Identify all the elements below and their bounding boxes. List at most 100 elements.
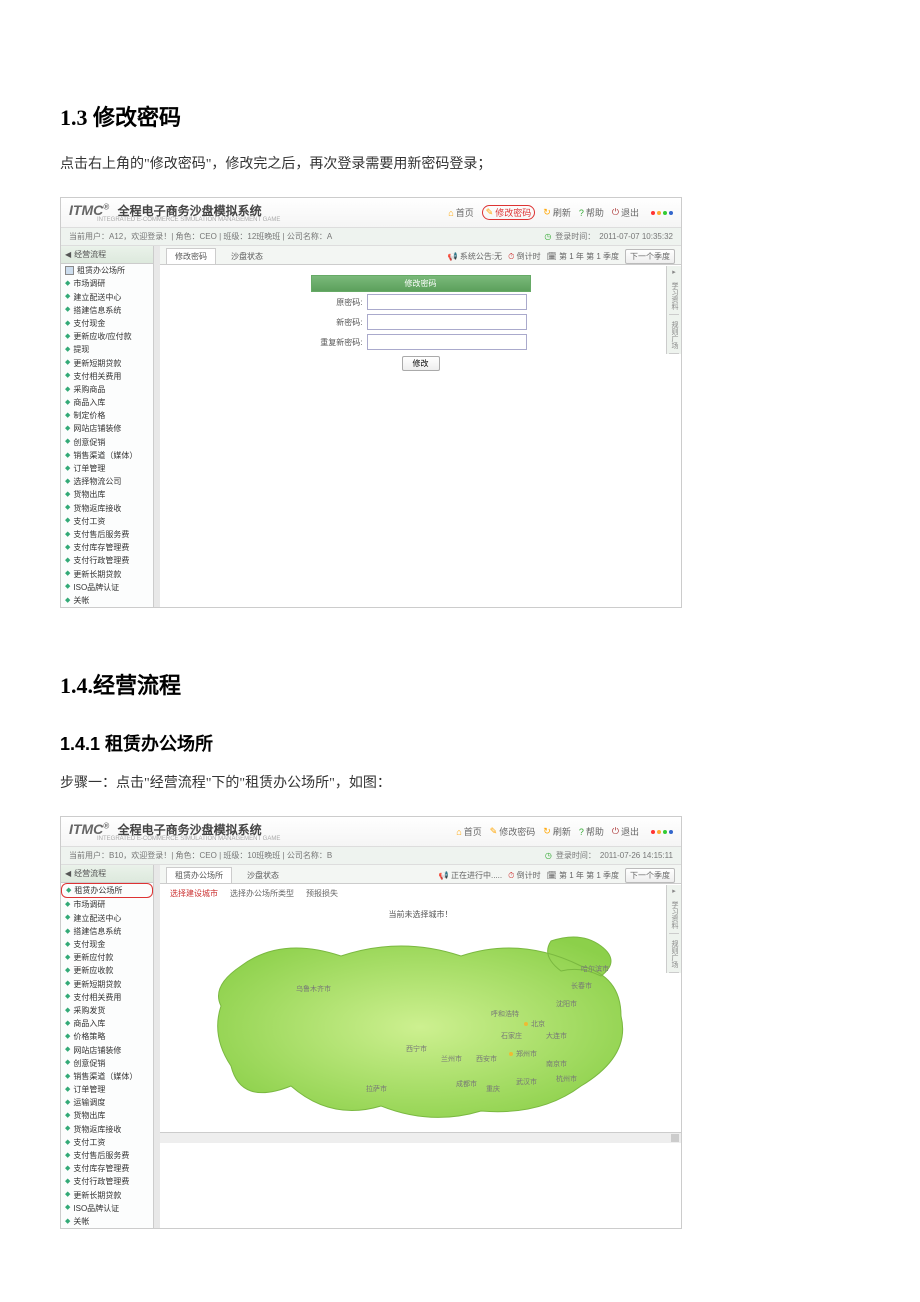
widget-study[interactable]: 学习资料 (669, 278, 679, 315)
sidebar-item[interactable]: ◆选择物流公司 (61, 475, 153, 488)
sidebar-item[interactable]: ◆更新短期贷款 (61, 357, 153, 370)
china-map[interactable]: 乌鲁木齐市 哈尔滨市 长春市 沈阳市 呼和浩特 北京 石家庄 大连市 西宁市 兰… (201, 926, 641, 1126)
city-lanzhou[interactable]: 兰州市 (441, 1054, 462, 1063)
sidebar-header[interactable]: ◀ 经营流程 (61, 246, 153, 264)
sidebar-item[interactable]: 租赁办公场所 (61, 264, 153, 277)
sidebar-item[interactable]: ◆更新应收款 (61, 964, 153, 977)
nav-help[interactable]: ?帮助 (579, 825, 604, 838)
city-harbin[interactable]: 哈尔滨市 (581, 964, 609, 973)
sidebar-item[interactable]: ◆订单管理 (61, 462, 153, 475)
widget-rules[interactable]: 规则广场 (669, 936, 679, 973)
sidebar-item[interactable]: ◆采购发货 (61, 1004, 153, 1017)
city-shijiazhuang[interactable]: 石家庄 (501, 1031, 522, 1040)
sidebar-item[interactable]: ◆市场调研 (61, 277, 153, 290)
sidebar-item[interactable]: ◆更新长期贷款 (61, 1189, 153, 1202)
sidebar-item[interactable]: ◆建立配送中心 (61, 912, 153, 925)
sidebar-item[interactable]: ◆支付工资 (61, 1136, 153, 1149)
sidebar-item[interactable]: ◆支付行政管理费 (61, 554, 153, 567)
collapse-icon[interactable]: ▸ (672, 268, 676, 276)
sidebar-item[interactable]: ◆建立配送中心 (61, 291, 153, 304)
sidebar-item[interactable]: ◆支付相关费用 (61, 370, 153, 383)
sidebar-item[interactable]: ◆租赁办公场所 (61, 883, 153, 898)
right-side-widget[interactable]: ▸ 学习资料 规则广场 (666, 266, 681, 354)
sidebar-item[interactable]: ◆支付售后服务费 (61, 1149, 153, 1162)
sidebar-item[interactable]: ◆支付现金 (61, 317, 153, 330)
sidebar-item[interactable]: ◆货物出库 (61, 488, 153, 501)
sidebar-item[interactable]: ◆销售渠道（媒体） (61, 449, 153, 462)
new-password-input[interactable] (367, 314, 527, 330)
sidebar-item[interactable]: ◆更新应付款 (61, 951, 153, 964)
nav-exit[interactable]: ⏻退出 (612, 825, 639, 838)
sidebar-item[interactable]: ◆支付库存管理费 (61, 1162, 153, 1175)
sidebar-item[interactable]: ◆支付相关费用 (61, 991, 153, 1004)
sidebar-item[interactable]: ◆更新短期贷款 (61, 978, 153, 991)
nav-home[interactable]: ⌂首页 (448, 206, 473, 219)
city-chongqing[interactable]: 重庆 (486, 1084, 500, 1093)
sidebar-item[interactable]: ◆支付库存管理费 (61, 541, 153, 554)
city-changchun[interactable]: 长春市 (571, 981, 592, 990)
sidebar-header[interactable]: ◀ 经营流程 (61, 865, 153, 883)
repeat-password-input[interactable] (367, 334, 527, 350)
nav-refresh[interactable]: ↻刷新 (543, 206, 571, 219)
horizontal-scrollbar[interactable] (160, 1132, 681, 1143)
widget-rules[interactable]: 规则广场 (669, 317, 679, 354)
collapse-icon[interactable]: ▸ (672, 887, 676, 895)
sidebar-item[interactable]: ◆价格策略 (61, 1030, 153, 1043)
sidebar-item[interactable]: ◆关帐 (61, 1215, 153, 1228)
sidebar-item[interactable]: ◆ISO品牌认证 (61, 1202, 153, 1215)
submit-button[interactable]: 修改 (402, 356, 440, 371)
subtab-select-office-type[interactable]: 选择办公场所类型 (230, 888, 294, 899)
sidebar-item[interactable]: ◆网站店铺装修 (61, 422, 153, 435)
nav-help[interactable]: ?帮助 (579, 206, 604, 219)
tab-sandbox-status[interactable]: 沙盘状态 (222, 248, 272, 264)
sidebar-item[interactable]: ◆创意促销 (61, 1057, 153, 1070)
nav-exit[interactable]: ⏻退出 (612, 206, 639, 219)
sidebar-item[interactable]: ◆搭建信息系统 (61, 304, 153, 317)
widget-study[interactable]: 学习资料 (669, 897, 679, 934)
city-hangzhou[interactable]: 杭州市 (556, 1074, 577, 1083)
tab-rent-office[interactable]: 租赁办公场所 (166, 867, 232, 883)
city-wuhan[interactable]: 武汉市 (516, 1077, 537, 1086)
nav-home[interactable]: ⌂首页 (456, 825, 481, 838)
city-lhasa[interactable]: 拉萨市 (366, 1084, 387, 1093)
sidebar-item[interactable]: ◆关帐 (61, 594, 153, 607)
city-zhengzhou[interactable]: 郑州市 (516, 1049, 537, 1058)
sidebar-item[interactable]: ◆支付行政管理费 (61, 1175, 153, 1188)
sidebar-item[interactable]: ◆货物出库 (61, 1109, 153, 1122)
sidebar-item[interactable]: ◆采购商品 (61, 383, 153, 396)
sidebar-item[interactable]: ◆支付售后服务费 (61, 528, 153, 541)
city-hohhot[interactable]: 呼和浩特 (491, 1009, 519, 1018)
sidebar-item[interactable]: ◆订单管理 (61, 1083, 153, 1096)
city-xian[interactable]: 西安市 (476, 1054, 497, 1063)
sidebar-item[interactable]: ◆ISO品牌认证 (61, 581, 153, 594)
sidebar-item[interactable]: ◆提现 (61, 343, 153, 356)
subtab-select-city[interactable]: 选择建设城市 (170, 888, 218, 899)
city-shenyang[interactable]: 沈阳市 (556, 999, 577, 1008)
sidebar-item[interactable]: ◆搭建信息系统 (61, 925, 153, 938)
right-side-widget[interactable]: ▸ 学习资料 规则广场 (666, 885, 681, 973)
city-xining[interactable]: 西宁市 (406, 1044, 427, 1053)
tab-sandbox-status[interactable]: 沙盘状态 (238, 867, 288, 883)
sidebar-item[interactable]: ◆制定价格 (61, 409, 153, 422)
subtab-forecast-loss[interactable]: 预报损失 (306, 888, 338, 899)
sidebar-item[interactable]: ◆更新应收/应付款 (61, 330, 153, 343)
sidebar-item[interactable]: ◆支付工资 (61, 515, 153, 528)
map-shape[interactable] (217, 937, 622, 1117)
sidebar-item[interactable]: ◆货物返库接收 (61, 1123, 153, 1136)
city-chengdu[interactable]: 成都市 (456, 1079, 477, 1088)
tab-change-password[interactable]: 修改密码 (166, 248, 216, 264)
next-quarter-button[interactable]: 下一个季度 (625, 249, 675, 264)
sidebar-item[interactable]: ◆网站店铺装修 (61, 1044, 153, 1057)
sidebar-item[interactable]: ◆运输调度 (61, 1096, 153, 1109)
sidebar-item[interactable]: ◆商品入库 (61, 1017, 153, 1030)
sidebar-item[interactable]: ◆支付现金 (61, 938, 153, 951)
nav-change-password-highlighted[interactable]: ✎修改密码 (482, 205, 536, 220)
sidebar-item[interactable]: ◆市场调研 (61, 898, 153, 911)
city-urumqi[interactable]: 乌鲁木齐市 (296, 984, 331, 993)
sidebar-item[interactable]: ◆创意促销 (61, 436, 153, 449)
old-password-input[interactable] (367, 294, 527, 310)
city-dalian[interactable]: 大连市 (546, 1031, 567, 1040)
sidebar-item[interactable]: ◆货物返库接收 (61, 502, 153, 515)
sidebar-item[interactable]: ◆商品入库 (61, 396, 153, 409)
sidebar-item[interactable]: ◆销售渠道（媒体） (61, 1070, 153, 1083)
